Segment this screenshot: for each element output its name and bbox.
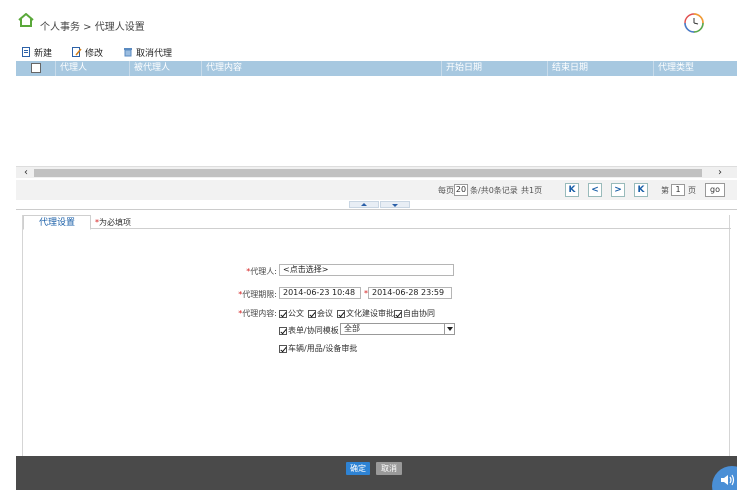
tab-bar: 代理设置 *为必填项 [23,215,731,230]
option-vehicle[interactable]: 车辆/用品/设备审批 [279,343,357,354]
col-proxy[interactable]: 代理人 [56,61,130,76]
cancel-button[interactable]: 取消 [376,462,402,475]
option-culture-label: 文化建设审批 [346,309,394,318]
proxy-settings-panel: 代理设置 *为必填项 *代理人: <点击选择> *代理期限: 2014-06-2… [22,215,731,456]
content-label-text: 代理内容: [242,309,277,318]
option-meeting[interactable]: 会议 [308,308,333,319]
page-header: 个人事务 > 代理人设置 [0,0,737,42]
col-proxy-type[interactable]: 代理类型 [654,61,737,76]
proxy-label: *代理人: [223,266,277,277]
cancel-proxy-label: 取消代理 [136,48,173,59]
select-all-checkbox[interactable] [30,62,41,73]
record-summary: 条/共0条记录 [470,186,518,195]
next-page-button[interactable]: > [611,183,625,197]
tab-proxy-settings[interactable]: 代理设置 [23,215,91,230]
checkbox-culture[interactable] [337,309,345,318]
page-suffix: 页 [688,186,696,195]
arrow-up-icon [361,203,367,206]
last-page-button[interactable]: K [634,183,648,197]
go-button[interactable]: go [705,183,725,197]
proxy-table: 代理人 被代理人 代理内容 开始日期 结束日期 代理类型 [16,61,737,171]
cancel-proxy-button[interactable]: 取消代理 [117,46,172,59]
option-doc[interactable]: 公文 [279,308,304,319]
arrow-down-icon [392,204,398,207]
new-button[interactable]: 新建 [16,46,52,59]
page-prefix: 第 [661,186,669,195]
first-page-button[interactable]: K [565,183,579,197]
period-label: *代理期限: [223,289,277,300]
panel-splitter [16,200,737,210]
collapse-up-button[interactable] [349,201,379,208]
edit-button[interactable]: 修改 [66,46,103,59]
trash-icon [124,48,133,57]
new-doc-icon [22,47,30,57]
scroll-left-icon[interactable]: ‹ [24,167,28,179]
total-pages: 共1页 [521,186,543,195]
per-page-input[interactable]: 20 [454,184,468,196]
speaker-icon [721,474,735,486]
pagination-bar: 每页 20 条/共0条记录 共1页 K < > K 第 1 页 go [16,180,737,200]
end-date-input[interactable]: 2014-06-28 23:59 [368,287,452,299]
checkbox-meeting[interactable] [308,309,316,318]
col-content[interactable]: 代理内容 [202,61,442,76]
checkbox-form-template[interactable] [279,326,287,335]
checkbox-doc[interactable] [279,309,287,318]
option-free[interactable]: 自由协同 [394,308,435,319]
content-label: *代理内容: [223,308,277,319]
select-all-cell [16,61,56,76]
form-template-select-value: 全部 [344,324,360,333]
option-form-template[interactable]: 表单/协同模板 [279,325,339,336]
col-start-date[interactable]: 开始日期 [442,61,548,76]
option-meeting-label: 会议 [317,309,333,318]
scroll-right-icon[interactable]: › [718,167,722,179]
checkbox-free[interactable] [394,309,402,318]
required-note: *为必填项 [95,217,131,228]
per-page-prefix: 每页 [438,186,454,195]
chevron-down-icon[interactable] [444,324,454,334]
home-icon[interactable] [18,13,34,27]
option-doc-label: 公文 [288,309,304,318]
horizontal-scrollbar[interactable]: ‹ › [16,166,737,178]
footer-bar: 确定 取消 [16,456,737,490]
table-header: 代理人 被代理人 代理内容 开始日期 结束日期 代理类型 [16,61,737,76]
col-end-date[interactable]: 结束日期 [548,61,654,76]
option-form-template-label: 表单/协同模板 [288,326,339,335]
proxy-label-text: 代理人: [250,267,277,276]
option-culture[interactable]: 文化建设审批 [337,308,394,319]
form-template-select[interactable]: 全部 [340,323,455,335]
breadcrumb: 个人事务 > 代理人设置 [40,22,145,33]
period-label-text: 代理期限: [242,290,277,299]
option-free-label: 自由协同 [403,309,435,318]
required-note-text: 为必填项 [99,218,131,227]
prev-page-button[interactable]: < [588,183,602,197]
option-vehicle-label: 车辆/用品/设备审批 [288,344,358,353]
scrollbar-thumb[interactable] [34,169,702,177]
col-principal[interactable]: 被代理人 [130,61,202,76]
ok-button[interactable]: 确定 [346,462,370,475]
edit-icon [72,47,82,57]
checkbox-vehicle[interactable] [279,344,287,353]
page-number-input[interactable]: 1 [671,184,685,196]
collapse-down-button[interactable] [380,201,410,208]
start-date-input[interactable]: 2014-06-23 10:48 [279,287,361,299]
proxy-select-input[interactable]: <点击选择> [279,264,454,276]
new-button-label: 新建 [34,48,53,59]
clock-icon[interactable] [683,12,705,34]
toolbar: 新建 修改 取消代理 [16,44,737,60]
edit-button-label: 修改 [85,48,104,59]
